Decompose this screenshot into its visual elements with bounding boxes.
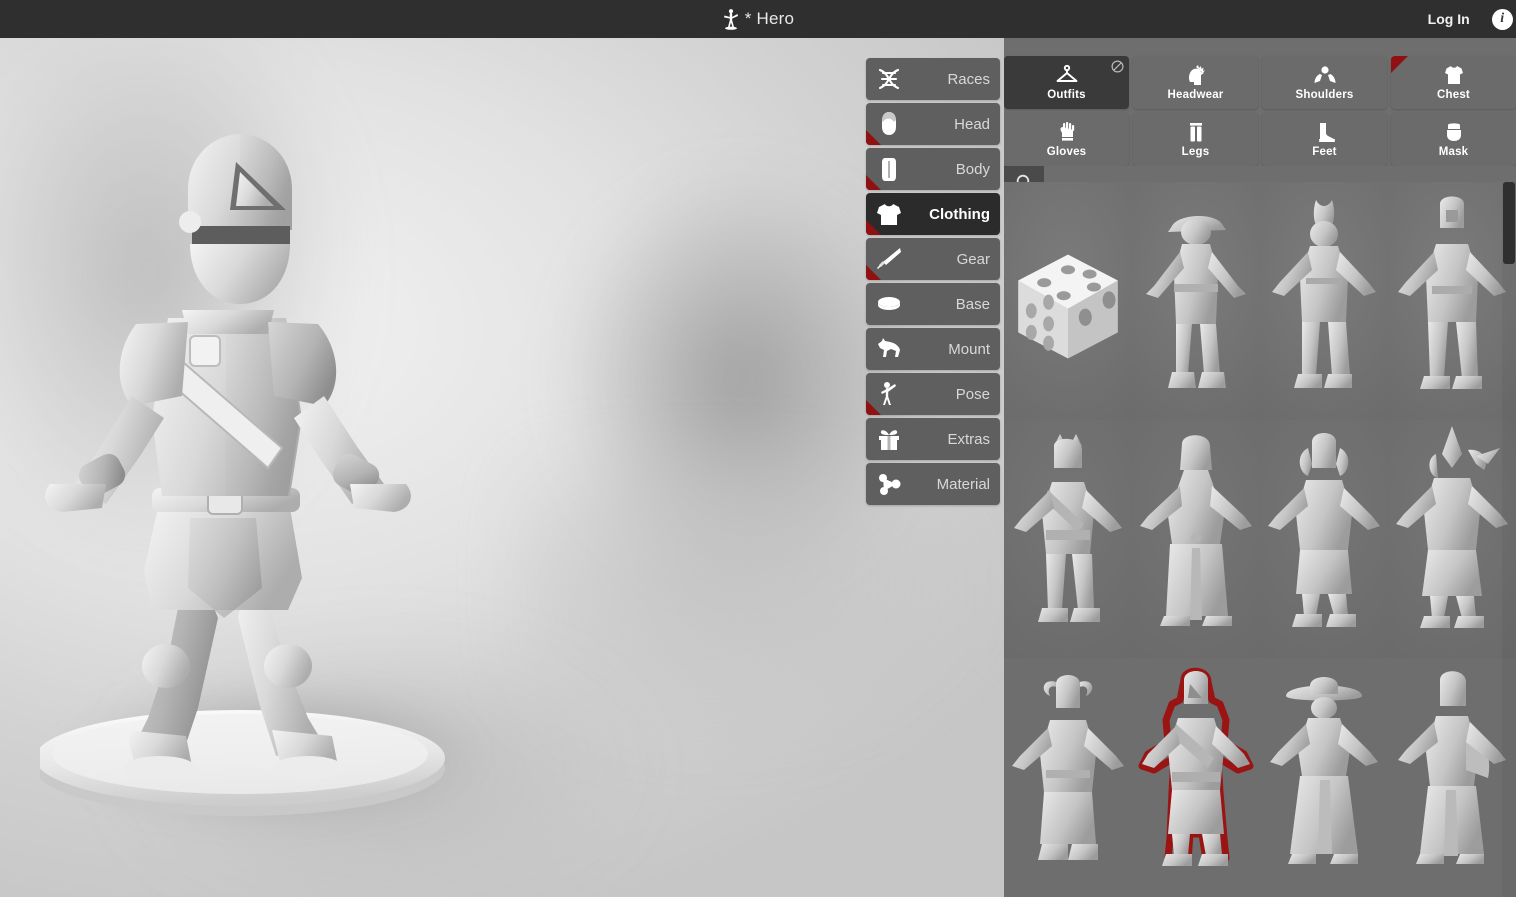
- viewport-3d[interactable]: [0, 38, 1004, 897]
- category-sidebar: Races Head Body Clothing Gear Base Mount…: [866, 58, 1000, 505]
- glove-icon: [1055, 121, 1079, 144]
- grid-scrollbar-thumb[interactable]: [1503, 182, 1515, 264]
- sidebar-item-label: Material: [936, 475, 990, 493]
- tab-shoulders[interactable]: Shoulders: [1262, 56, 1387, 109]
- tab-chest[interactable]: Chest: [1391, 56, 1516, 109]
- body-icon: [874, 155, 904, 183]
- material-icon: [874, 470, 904, 498]
- info-button[interactable]: i Inf: [1491, 8, 1516, 30]
- info-circle-icon: i: [1491, 8, 1513, 30]
- tab-outfits[interactable]: Outfits: [1004, 56, 1129, 109]
- asset-thumb-outfit-pirate-coat[interactable]: [1132, 182, 1260, 420]
- horse-icon: [874, 335, 904, 363]
- asset-thumb-outfit-ram-horn-armor[interactable]: [1004, 658, 1132, 896]
- modified-marker: [1391, 56, 1408, 73]
- helmet-icon: [1184, 64, 1208, 87]
- chest-icon: [1442, 64, 1466, 87]
- tab-legs[interactable]: Legs: [1133, 113, 1258, 166]
- asset-thumbnail-grid: [1004, 182, 1516, 897]
- mask-icon: [1442, 121, 1466, 144]
- app-root: * Hero Log In i Inf: [0, 0, 1516, 897]
- sidebar-item-label: Races: [947, 70, 990, 88]
- asset-thumb-outfit-knight-plate[interactable]: [1132, 658, 1260, 896]
- tab-feet[interactable]: Feet: [1262, 113, 1387, 166]
- sidebar-item-label: Base: [955, 295, 990, 313]
- tab-label: Outfits: [1047, 89, 1086, 101]
- login-button[interactable]: Log In: [1428, 11, 1470, 27]
- sidebar-item-label: Extras: [947, 430, 990, 448]
- sidebar-item-label: Gear: [956, 250, 990, 268]
- boot-icon: [1313, 121, 1337, 144]
- tshirt-icon: [874, 200, 904, 228]
- tab-label: Mask: [1438, 146, 1469, 158]
- sidebar-item-label: Body: [955, 160, 990, 178]
- asset-thumb-outfit-hooded-robe[interactable]: [1132, 420, 1260, 658]
- miniature-figure-icon: [722, 8, 740, 30]
- tab-headwear[interactable]: Headwear: [1133, 56, 1258, 109]
- window-title: * Hero: [722, 8, 794, 30]
- title-bar: * Hero Log In i Inf: [0, 0, 1516, 38]
- gift-icon: [874, 425, 904, 453]
- asset-thumb-outfit-chainmail-knight[interactable]: [1388, 182, 1516, 420]
- round-display-base: [35, 710, 445, 816]
- asset-thumb-outfit-horned-plate[interactable]: [1260, 420, 1388, 658]
- tab-label: Headwear: [1167, 89, 1224, 101]
- asset-thumb-outfit-dark-elf-spiked[interactable]: [1388, 420, 1516, 658]
- dna-icon: [874, 65, 904, 93]
- sidebar-item-label: Head: [954, 115, 990, 133]
- asset-thumb-outfit-straw-hat-monk[interactable]: [1260, 658, 1388, 896]
- sidebar-item-material[interactable]: Material: [866, 463, 1000, 505]
- hanger-icon: [1055, 64, 1079, 87]
- tab-label: Gloves: [1046, 146, 1087, 158]
- tab-gloves[interactable]: Gloves: [1004, 113, 1129, 166]
- clothing-slot-tabs: Outfits Headwear Shoulders Chest Gloves …: [1004, 56, 1516, 166]
- asset-browser-panel: Outfits Headwear Shoulders Chest Gloves …: [1004, 38, 1516, 897]
- sidebar-item-races[interactable]: Races: [866, 58, 1000, 100]
- asset-thumb-outfit-bunny-skull[interactable]: [1260, 182, 1388, 420]
- sidebar-item-clothing[interactable]: Clothing: [866, 193, 1000, 235]
- hero-knight-miniature[interactable]: [35, 118, 510, 858]
- sidebar-item-pose[interactable]: Pose: [866, 373, 1000, 415]
- asset-thumb-outfit-wolf-hood[interactable]: [1004, 420, 1132, 658]
- sidebar-item-base[interactable]: Base: [866, 283, 1000, 325]
- sidebar-item-extras[interactable]: Extras: [866, 418, 1000, 460]
- head-icon: [874, 110, 904, 138]
- tab-label: Feet: [1312, 146, 1337, 158]
- window-title-text: * Hero: [744, 9, 795, 28]
- shoulders-icon: [1313, 64, 1337, 87]
- topbar-actions: Log In i Inf: [1428, 0, 1516, 38]
- sidebar-item-gear[interactable]: Gear: [866, 238, 1000, 280]
- base-disc-icon: [874, 290, 904, 318]
- sidebar-item-head[interactable]: Head: [866, 103, 1000, 145]
- ban-icon[interactable]: [1111, 60, 1124, 73]
- randomize-dice-button[interactable]: [1004, 182, 1132, 420]
- tab-label: Chest: [1437, 89, 1470, 101]
- sidebar-item-label: Mount: [948, 340, 990, 358]
- asset-thumb-outfit-cloaked-mage[interactable]: [1388, 658, 1516, 896]
- pose-figure-icon: [874, 380, 904, 408]
- legs-icon: [1184, 121, 1208, 144]
- tab-label: Legs: [1181, 146, 1210, 158]
- sidebar-item-body[interactable]: Body: [866, 148, 1000, 190]
- sidebar-item-label: Pose: [955, 385, 990, 403]
- tab-mask[interactable]: Mask: [1391, 113, 1516, 166]
- grid-scrollbar-track[interactable]: [1502, 182, 1516, 897]
- sidebar-item-mount[interactable]: Mount: [866, 328, 1000, 370]
- sidebar-item-label: Clothing: [929, 205, 990, 223]
- sword-icon: [874, 245, 904, 273]
- tab-label: Shoulders: [1295, 89, 1354, 101]
